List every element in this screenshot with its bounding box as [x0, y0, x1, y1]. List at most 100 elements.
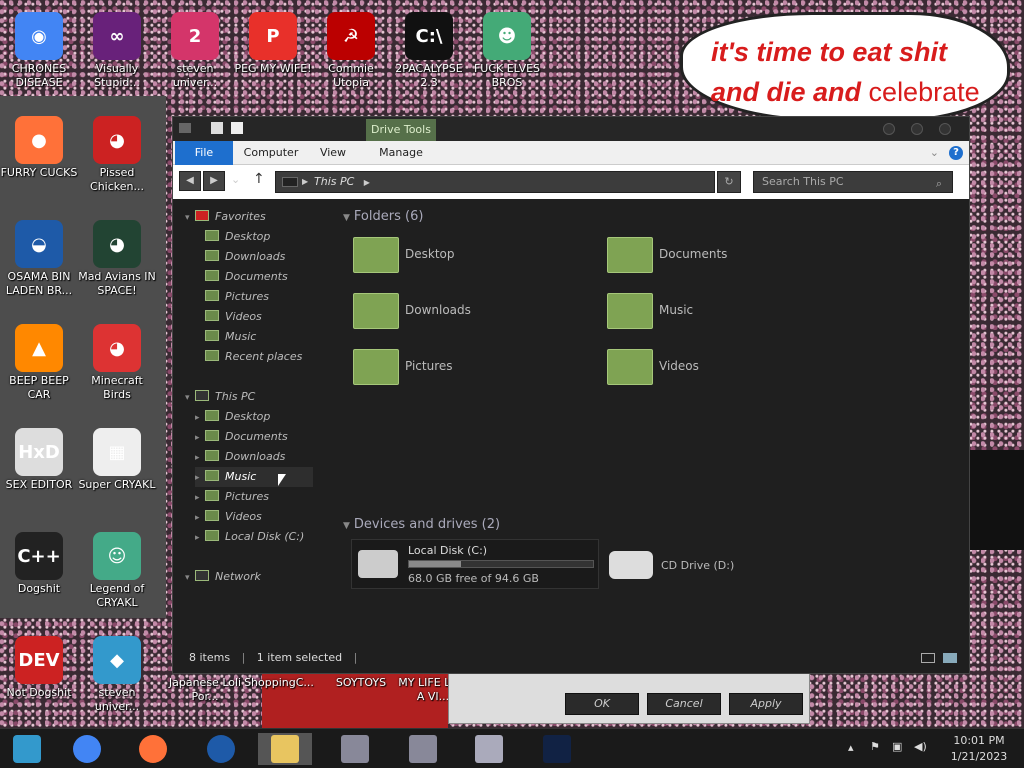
expand-arrow-icon[interactable]: ▸ [195, 468, 205, 488]
desktop-icon-commie-utopia[interactable]: ☭ Commie Utopia [312, 8, 390, 108]
desktop-icon-super-cryakl[interactable]: ▦ Super CRYAKL [78, 424, 156, 524]
nav-item-this-pc[interactable]: ▾ This PC [185, 387, 313, 407]
expand-arrow-icon[interactable]: ▸ [195, 408, 205, 428]
large-icons-view-icon[interactable] [943, 653, 957, 663]
nav-item-videos[interactable]: ▸ Videos [195, 507, 313, 527]
maximize-button[interactable] [911, 123, 923, 135]
desktop-icon-japanese-loli-por[interactable]: Japanese Loli Por... [166, 676, 244, 716]
tab-manage[interactable]: Manage [366, 141, 436, 165]
nav-item-documents[interactable]: ▸ Documents [195, 427, 313, 447]
expand-arrow-icon[interactable]: ▸ [195, 448, 205, 468]
quick-access-icon[interactable] [179, 123, 191, 133]
nav-item-music[interactable]: Music [195, 327, 313, 347]
refresh-button[interactable]: ↻ [717, 171, 741, 193]
taskbar-firefox[interactable] [126, 733, 180, 765]
expand-arrow-icon[interactable]: ▸ [195, 488, 205, 508]
folder-downloads[interactable]: Downloads [353, 291, 593, 335]
expand-arrow-icon[interactable]: ▾ [185, 568, 195, 588]
drive-tools-tab[interactable]: Drive Tools [366, 119, 436, 141]
devices-group-header[interactable]: ▼ Devices and drives (2) [343, 517, 500, 532]
nav-item-downloads[interactable]: Downloads [195, 247, 313, 267]
network-icon[interactable]: ▣ [892, 740, 902, 753]
expand-arrow-icon[interactable]: ▸ [195, 508, 205, 528]
clock[interactable]: 10:01 PM 1/21/2023 [944, 733, 1014, 765]
desktop-icon-mad-avians-in-space[interactable]: ◕ Mad Avians IN SPACE! [78, 216, 156, 316]
folder-pictures[interactable]: Pictures [353, 347, 593, 391]
new-folder-icon[interactable] [231, 122, 243, 134]
action-center-flag-icon[interactable]: ⚑ [870, 740, 880, 753]
desktop-icon-2pacalypse-2-3[interactable]: C:\ 2PACALYPSE 2.3 [390, 8, 468, 108]
taskbar-chrome[interactable] [60, 733, 114, 765]
desktop-icon-steven-univer[interactable]: ◆ steven univer... [78, 632, 156, 732]
nav-item-videos[interactable]: Videos [195, 307, 313, 327]
desktop-icon-fuck-elves-bros[interactable]: ☻ FUCK ELVES BROS [468, 8, 546, 108]
nav-item-favorites[interactable]: ▾ Favorites [185, 207, 313, 227]
folder-desktop[interactable]: Desktop [353, 235, 593, 279]
nav-item-local-disk-c[interactable]: ▸ Local Disk (C:) [195, 527, 313, 547]
desktop-icon-beep-beep-car[interactable]: ▲ BEEP BEEP CAR [0, 320, 78, 420]
desktop-icon-shoppingc[interactable]: ShoppingC... [240, 676, 318, 716]
desktop-icon-minecraft-birds[interactable]: ◕ Minecraft Birds [78, 320, 156, 420]
nav-item-downloads[interactable]: ▸ Downloads [195, 447, 313, 467]
help-icon[interactable]: ? [949, 146, 963, 160]
nav-item-pictures[interactable]: ▸ Pictures [195, 487, 313, 507]
expand-arrow-icon[interactable]: ▸ [195, 528, 205, 548]
up-arrow-icon[interactable]: ↑ [253, 171, 265, 187]
desktop-icon-osama-bin-laden-br[interactable]: ◒ OSAMA BIN LADEN BR... [0, 216, 78, 316]
desktop-icon-soytoys[interactable]: SOYTOYS [322, 676, 400, 716]
tab-view[interactable]: View [309, 141, 357, 165]
desktop-icon-chrones-disease[interactable]: ◉ CHRONES DISEASE [0, 8, 78, 108]
back-button[interactable]: ◀ [179, 171, 201, 191]
taskbar-app-3[interactable] [462, 733, 516, 765]
desktop-icon-furry-cucks[interactable]: ● FURRY CUCKS [0, 112, 78, 212]
folders-group-header[interactable]: ▼ Folders (6) [343, 209, 423, 224]
desktop-icon-dogshit[interactable]: C++ Dogshit [0, 528, 78, 628]
search-input[interactable]: Search This PC ⌕ [753, 171, 953, 193]
desktop-icon-sex-editor[interactable]: HxD SEX EDITOR [0, 424, 78, 524]
taskbar-obama[interactable] [194, 733, 248, 765]
address-bar[interactable]: ▶ This PC ▶ [275, 171, 715, 193]
close-button[interactable] [939, 123, 951, 135]
tab-file[interactable]: File [175, 141, 233, 165]
expand-arrow-icon[interactable]: ▾ [185, 388, 195, 408]
expand-arrow-icon[interactable]: ▾ [185, 208, 195, 228]
taskbar-explorer[interactable] [258, 733, 312, 765]
minimize-button[interactable] [883, 123, 895, 135]
desktop-icon-not-dogshit[interactable]: DEV Not Dogshit [0, 632, 78, 732]
nav-item-network[interactable]: ▾ Network [185, 567, 313, 587]
chevron-down-icon[interactable]: ⌄ [930, 146, 939, 159]
nav-item-desktop[interactable]: ▸ Desktop [195, 407, 313, 427]
folder-videos[interactable]: Videos [607, 347, 847, 391]
nav-item-documents[interactable]: Documents [195, 267, 313, 287]
volume-icon[interactable]: ◀) [914, 740, 927, 753]
desktop-icon-steven-univer[interactable]: 2 steven univer... [156, 8, 234, 108]
nav-item-pictures[interactable]: Pictures [195, 287, 313, 307]
expand-arrow-icon[interactable]: ▸ [195, 428, 205, 448]
local-disk-c[interactable]: Local Disk (C:) 68.0 GB free of 94.6 GB [351, 539, 599, 589]
nav-item-desktop[interactable]: Desktop [195, 227, 313, 247]
desktop-icon-legend-of-cryakl[interactable]: ☺ Legend of CRYAKL [78, 528, 156, 628]
start-button[interactable] [0, 733, 54, 765]
properties-icon[interactable] [211, 122, 223, 134]
apply-button[interactable]: Apply [729, 693, 803, 715]
search-icon[interactable]: ⌕ [930, 174, 948, 190]
taskbar-app-4[interactable] [530, 733, 584, 765]
details-view-icon[interactable] [921, 653, 935, 663]
forward-button[interactable]: ▶ [203, 171, 225, 191]
recent-locations-icon[interactable]: ⌄ [231, 173, 240, 186]
title-bar[interactable]: Drive Tools [173, 117, 969, 141]
tab-computer[interactable]: Computer [239, 141, 303, 165]
desktop-icon-peg-my-wife[interactable]: P PEG MY WIFE! [234, 8, 312, 108]
folder-documents[interactable]: Documents [607, 235, 847, 279]
desktop-icon-pissed-chicken[interactable]: ◕ Pissed Chicken... [78, 112, 156, 212]
cd-drive-d[interactable]: CD Drive (D:) [609, 543, 839, 587]
folder-music[interactable]: Music [607, 291, 847, 335]
taskbar-app-1[interactable] [328, 733, 382, 765]
ok-button[interactable]: OK [565, 693, 639, 715]
taskbar-app-2[interactable] [396, 733, 450, 765]
desktop-icon-visually-stupid[interactable]: ∞ Visually Stupid... [78, 8, 156, 108]
show-hidden-icons-icon[interactable]: ▴ [848, 741, 854, 754]
nav-item-recent-places[interactable]: Recent places [195, 347, 313, 367]
cancel-button[interactable]: Cancel [647, 693, 721, 715]
nav-item-music[interactable]: ▸ Music [195, 467, 313, 487]
